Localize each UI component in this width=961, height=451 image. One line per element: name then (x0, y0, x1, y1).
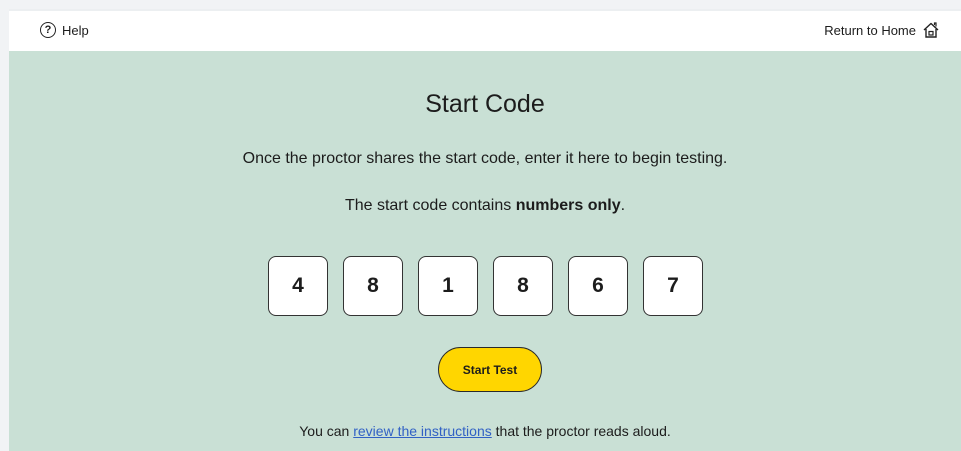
note-prefix: The start code contains (344, 197, 516, 214)
page-title: Start Code (425, 90, 545, 118)
return-home-label: Return to Home (824, 22, 916, 38)
code-digit-2[interactable]: 8 (343, 256, 403, 316)
footer-prefix: You can (299, 423, 354, 439)
home-icon (922, 21, 940, 39)
return-home-button[interactable]: Return to Home (824, 21, 940, 39)
code-digit-3[interactable]: 1 (418, 256, 478, 316)
code-digit-5[interactable]: 6 (568, 256, 628, 316)
numbers-only-note: The start code contains numbers only. (9, 197, 961, 215)
note-suffix: . (620, 197, 626, 214)
question-circle-icon: ? (40, 22, 56, 38)
code-digit-6[interactable]: 7 (643, 256, 703, 316)
review-instructions-text: You can review the instructions that the… (9, 423, 961, 439)
app-frame: ? Help Return to Home Start Code Once th… (9, 9, 961, 451)
start-code-inputs: 4 8 1 8 6 7 (268, 256, 703, 316)
code-digit-4[interactable]: 8 (493, 256, 553, 316)
instruction-text: Once the proctor shares the start code, … (242, 150, 728, 167)
help-button[interactable]: ? Help (40, 22, 89, 38)
review-instructions-link[interactable]: review the instructions (353, 423, 492, 439)
help-label: Help (62, 22, 89, 38)
start-test-button[interactable]: Start Test (438, 347, 542, 392)
note-bold: numbers only (515, 197, 621, 214)
code-digit-1[interactable]: 4 (268, 256, 328, 316)
footer-suffix: that the proctor reads aloud. (491, 423, 671, 439)
top-bar: ? Help Return to Home (9, 9, 961, 51)
